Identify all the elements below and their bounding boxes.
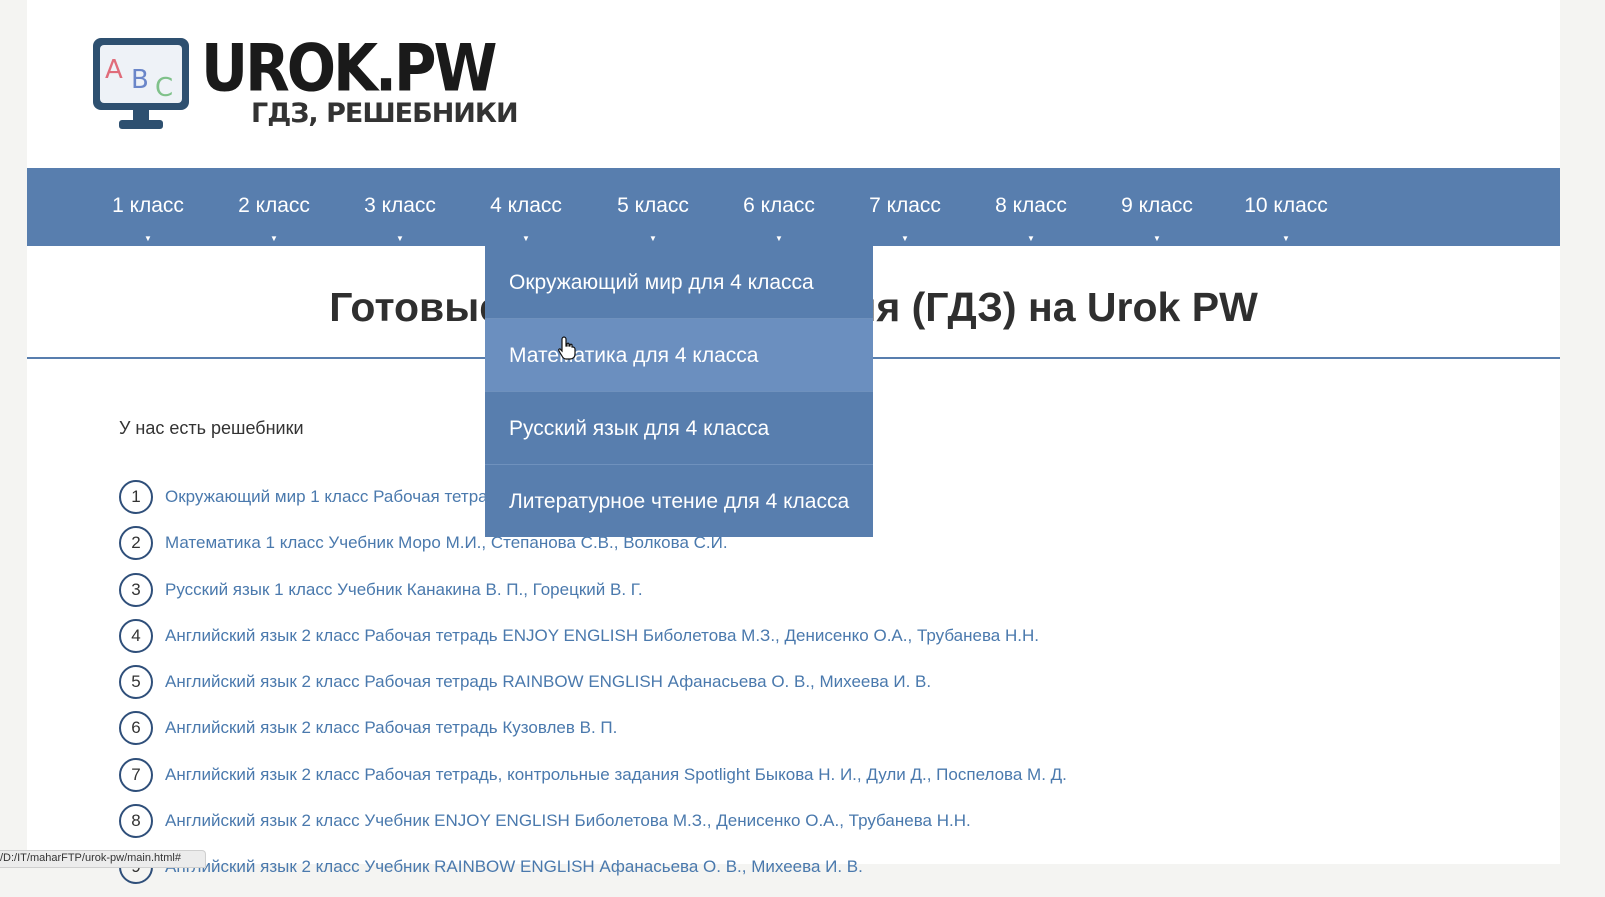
nav-item-label: 2 класс: [238, 194, 310, 217]
nav-item-label: 9 класс: [1121, 194, 1193, 217]
dropdown-item-math[interactable]: Математика для 4 класса: [485, 319, 873, 392]
list-number: 5: [119, 665, 153, 700]
status-url: /D:/IT/maharFTP/urok-pw/main.html#: [0, 852, 181, 864]
main-nav: 1 класс ▼ 2 класс ▼ 3 класс ▼ 4 класс ▼ …: [27, 168, 1560, 246]
nav-item-label: 8 класс: [995, 194, 1067, 217]
page: A B C UROK.PW ГДЗ, РЕШЕБНИКИ 1 класс ▼ 2…: [27, 0, 1560, 885]
caret-down-icon: ▼: [522, 234, 530, 243]
hand-pointer-icon: [558, 336, 576, 360]
browser-status-bar: /D:/IT/maharFTP/urok-pw/main.html#: [0, 850, 206, 868]
nav-item-label: 1 класс: [112, 194, 184, 217]
nav-item-label: 7 класс: [869, 194, 941, 217]
nav-item-label: 3 класс: [364, 194, 436, 217]
nav-item-grade-8[interactable]: 8 класс ▼: [976, 168, 1086, 246]
logo-subtitle: ГДЗ, РЕШЕБНИКИ: [251, 98, 519, 129]
list-link[interactable]: Английский язык 2 класс Рабочая тетрадь …: [165, 672, 931, 692]
monitor-icon: A B C: [93, 38, 189, 129]
nav-item-grade-5[interactable]: 5 класс ▼: [598, 168, 708, 246]
nav-item-label: 10 класс: [1244, 194, 1328, 217]
dropdown-item-russian[interactable]: Русский язык для 4 класса: [485, 392, 873, 465]
caret-down-icon: ▼: [396, 234, 404, 243]
dropdown-item-label: Окружающий мир для 4 класса: [509, 271, 814, 294]
dropdown-item-label: Математика для 4 класса: [509, 344, 759, 367]
nav-item-label: 4 класс: [490, 194, 562, 217]
caret-down-icon: ▼: [270, 234, 278, 243]
caret-down-icon: ▼: [649, 234, 657, 243]
nav-item-grade-2[interactable]: 2 класс ▼: [219, 168, 329, 246]
nav-item-grade-3[interactable]: 3 класс ▼: [345, 168, 455, 246]
caret-down-icon: ▼: [1153, 234, 1161, 243]
nav-item-label: 6 класс: [743, 194, 815, 217]
nav-item-grade-9[interactable]: 9 класс ▼: [1102, 168, 1212, 246]
logo-letter-a: A: [105, 55, 123, 85]
caret-down-icon: ▼: [1027, 234, 1035, 243]
list-link[interactable]: Английский язык 2 класс Рабочая тетрадь …: [165, 718, 617, 738]
list-number: 6: [119, 711, 153, 746]
list-number: 4: [119, 618, 153, 653]
list-number: 8: [119, 804, 153, 839]
grade-4-dropdown-menu: Окружающий мир для 4 класса Математика д…: [485, 246, 873, 537]
logo-title: UROK.PW: [201, 30, 498, 107]
logo-letter-c: C: [155, 73, 173, 103]
list-link[interactable]: Английский язык 2 класс Рабочая тетрадь …: [165, 626, 1039, 646]
logo-letter-b: B: [131, 65, 149, 95]
list-link[interactable]: Русский язык 1 класс Учебник Канакина В.…: [165, 580, 643, 600]
list-link[interactable]: Английский язык 2 класс Учебник ENJOY EN…: [165, 811, 971, 831]
list-number: 2: [119, 526, 153, 561]
dropdown-item-environment[interactable]: Окружающий мир для 4 класса: [485, 246, 873, 319]
dropdown-item-label: Русский язык для 4 класса: [509, 417, 770, 440]
caret-down-icon: ▼: [144, 234, 152, 243]
list-link[interactable]: Английский язык 2 класс Учебник RAINBOW …: [165, 857, 863, 877]
caret-down-icon: ▼: [1282, 234, 1290, 243]
caret-down-icon: ▼: [775, 234, 783, 243]
list-link[interactable]: Английский язык 2 класс Рабочая тетрадь,…: [165, 765, 1067, 785]
list-number: 3: [119, 572, 153, 607]
nav-item-grade-6[interactable]: 6 класс ▼: [724, 168, 834, 246]
nav-item-grade-7[interactable]: 7 класс ▼: [850, 168, 960, 246]
nav-item-grade-4[interactable]: 4 класс ▼: [471, 168, 581, 246]
site-logo[interactable]: A B C UROK.PW ГДЗ, РЕШЕБНИКИ: [91, 30, 519, 132]
nav-item-label: 5 класс: [617, 194, 689, 217]
dropdown-item-literature[interactable]: Литературное чтение для 4 класса: [485, 465, 873, 537]
dropdown-item-label: Литературное чтение для 4 класса: [509, 490, 850, 513]
nav-item-grade-1[interactable]: 1 класс ▼: [93, 168, 203, 246]
list-number: 1: [119, 480, 153, 514]
caret-down-icon: ▼: [901, 234, 909, 243]
nav-item-grade-10[interactable]: 10 класс ▼: [1226, 168, 1346, 246]
intro-text: У нас есть решебники: [119, 418, 304, 438]
list-number: 7: [119, 757, 153, 792]
